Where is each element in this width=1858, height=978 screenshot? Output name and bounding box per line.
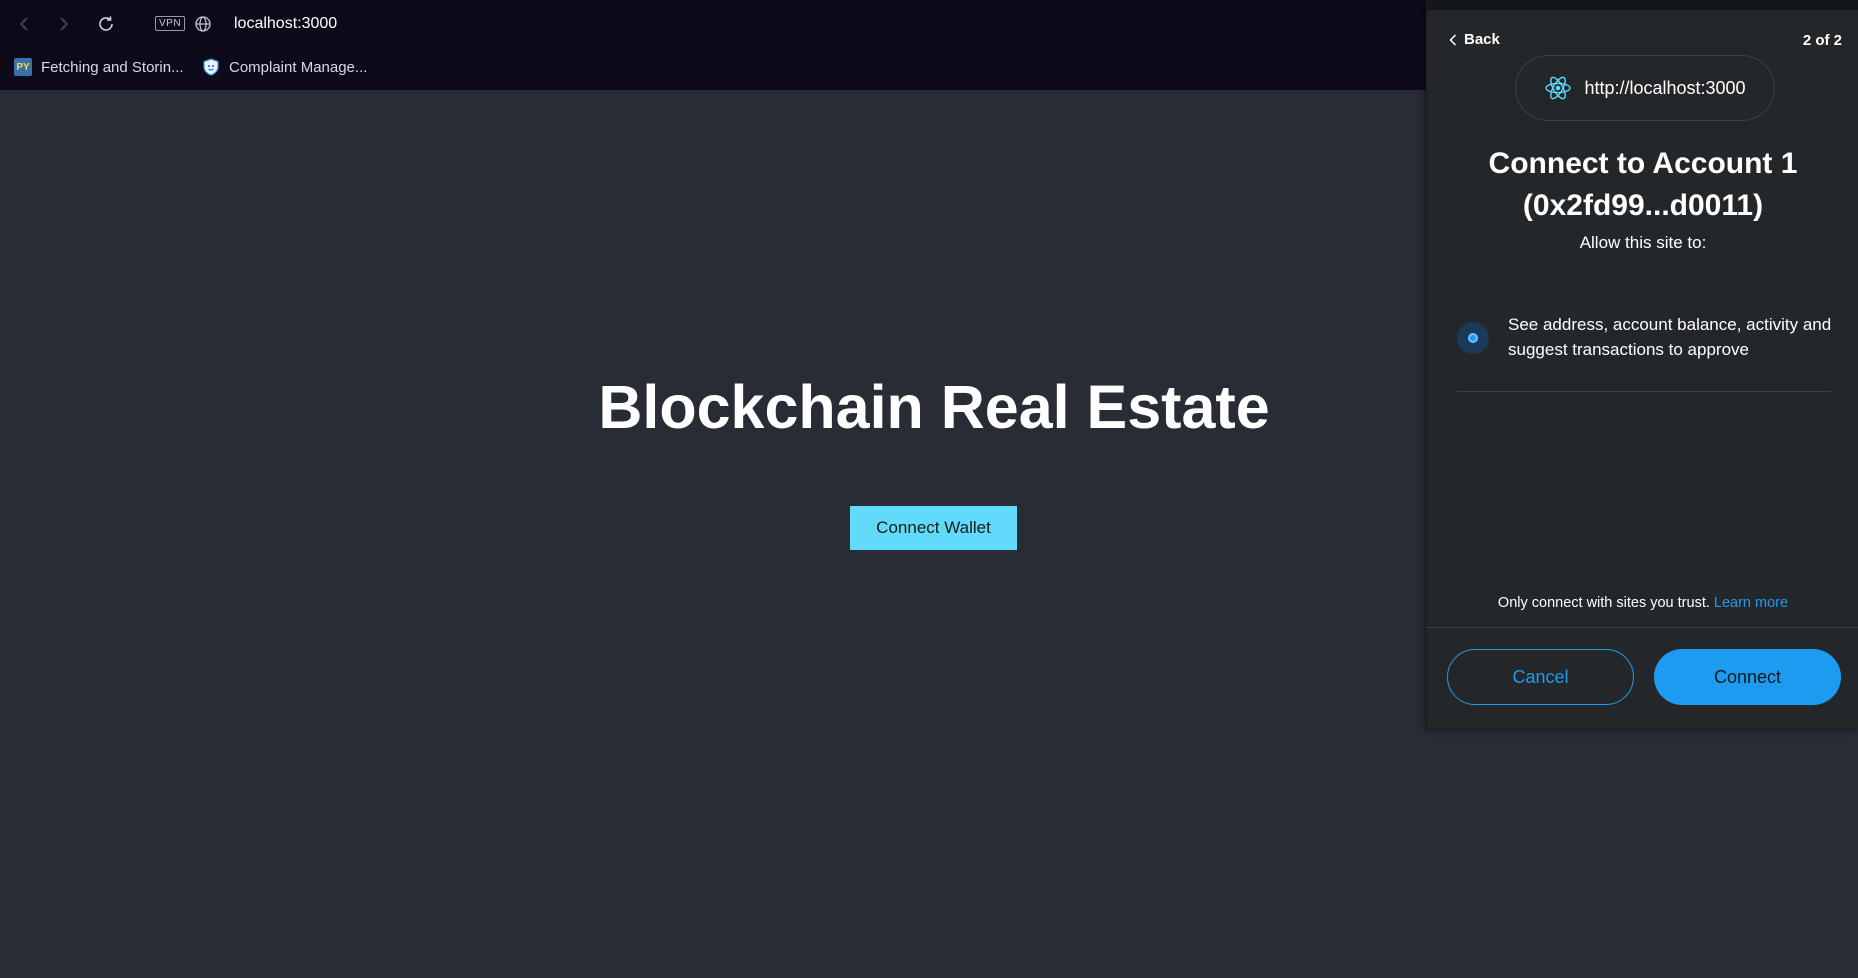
heading-account: Connect to Account 1 [1488,147,1798,180]
heading-address: (0x2fd99...d0011) [1522,189,1764,222]
divider [1427,627,1858,628]
popup-top-bar [1427,0,1858,10]
bookmarks-bar: PY Fetching and Storin... Complaint Mana… [0,52,1426,80]
back-label: Back [1464,31,1500,48]
metamask-connect-popup: Back 2 of 2 http://localhost:3000 Connec… [1426,0,1858,728]
forward-arrow-icon[interactable] [52,12,76,36]
shield-icon [202,58,220,76]
cancel-button[interactable]: Cancel [1447,649,1634,705]
vpn-badge[interactable]: VPN [155,16,186,31]
python-icon: PY [14,58,32,76]
permission-item: See address, account balance, activity a… [1457,312,1831,392]
address-bar[interactable]: localhost:3000 [234,14,337,34]
globe-icon [194,15,212,38]
trust-notice: Only connect with sites you trust. Learn… [1427,593,1858,613]
learn-more-link[interactable]: Learn more [1714,595,1788,611]
react-logo-icon [1545,76,1572,100]
site-url: http://localhost:3000 [1584,77,1746,98]
browser-toolbar: VPN localhost:3000 [0,0,1426,48]
connect-heading: Connect to Account 1 (0x2fd99...d0011) [1427,143,1858,227]
trust-text: Only connect with sites you trust. [1497,595,1710,611]
bookmark-fetching[interactable]: PY Fetching and Storin... [14,56,184,78]
permission-dot-icon [1457,322,1489,354]
back-button[interactable]: Back [1449,31,1500,48]
page-content [0,90,1426,978]
chevron-left-icon [1449,33,1457,46]
step-indicator: 2 of 2 [1802,32,1842,49]
connect-button[interactable]: Connect [1654,649,1841,705]
connect-wallet-button[interactable]: Connect Wallet [850,506,1017,550]
permission-text: See address, account balance, activity a… [1508,315,1832,359]
bookmark-label: Complaint Manage... [229,58,368,76]
bookmark-complaint[interactable]: Complaint Manage... [202,56,367,78]
allow-text: Allow this site to: [1579,233,1707,252]
bookmark-label: Fetching and Storin... [41,58,184,76]
reload-icon[interactable] [94,12,118,36]
site-origin-pill: http://localhost:3000 [1515,55,1775,121]
back-arrow-icon[interactable] [12,12,36,36]
